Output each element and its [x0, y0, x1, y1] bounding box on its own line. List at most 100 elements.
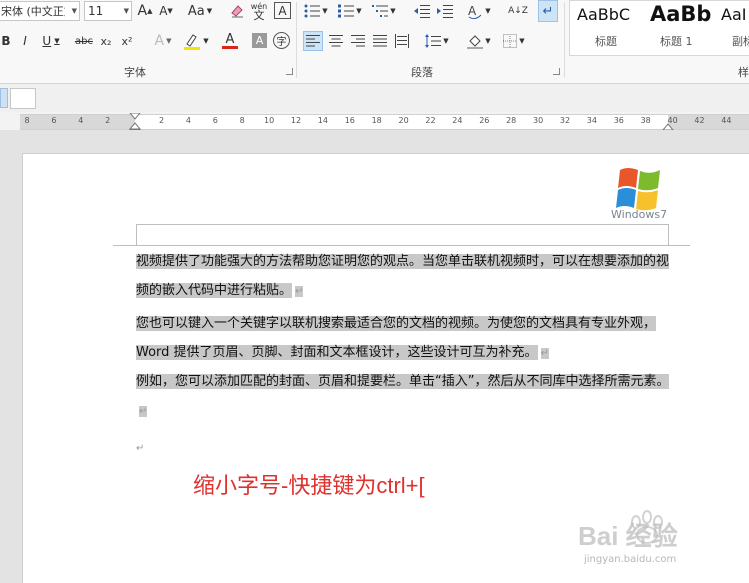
ribbon: 宋体 (中文正文 ▼ 11 ▼ A▲ A▼ Aa▼ wén 文 A B I U▼… [0, 0, 749, 84]
change-case-button[interactable]: Aa ▼ [185, 1, 215, 21]
baidu-watermark: Bai 经验 jingyan.baidu.com [576, 502, 736, 572]
align-left-button[interactable] [303, 31, 323, 51]
numbering-button[interactable]: ▼ [337, 1, 363, 21]
watermark-main-text: Bai 经验 [578, 521, 678, 551]
bullets-button[interactable]: ▼ [303, 1, 329, 21]
shrink-font-button[interactable]: A ▼ [157, 1, 175, 21]
bold-button[interactable]: B [0, 31, 13, 51]
align-center-icon [329, 35, 343, 47]
justify-button[interactable] [370, 31, 390, 51]
distributed-icon [395, 34, 409, 48]
ruler-tick-label: 42 [694, 116, 705, 125]
borders-button[interactable]: ▼ [500, 31, 528, 51]
windows-logo-text: Windows7 [611, 208, 667, 221]
styles-group-label: 样 [738, 66, 749, 79]
font-size-value: 11 [88, 4, 104, 18]
decrease-indent-icon[interactable] [413, 1, 431, 21]
ruler-tick-label: 6 [51, 116, 57, 125]
windows-logo-icon: Windows7 [611, 168, 667, 221]
ruler-tick-label: 10 [264, 116, 275, 125]
font-dialog-launcher-icon[interactable] [286, 68, 293, 75]
paragraph-group-label: 段落 [411, 66, 433, 79]
style-item-subtitle[interactable]: AaI 副标 [712, 1, 749, 55]
underline-button[interactable]: U ▼ [38, 31, 64, 51]
distributed-button[interactable] [392, 31, 412, 51]
ruler-tick-label: 6 [212, 116, 218, 125]
ruler-tick-label: 30 [533, 116, 544, 125]
highlight-color-button[interactable]: ▼ [182, 31, 210, 51]
ruler-tick-label: 2 [105, 116, 111, 125]
ruler-tick-label: 14 [317, 116, 328, 125]
empty-paragraph[interactable]: ↵ [136, 433, 670, 463]
font-color-bar [222, 46, 238, 49]
header-frame [136, 224, 669, 246]
align-right-icon [351, 35, 365, 47]
char-border-button[interactable]: A [274, 2, 291, 19]
ruler-tick-label: 32 [559, 116, 571, 125]
horizontal-ruler[interactable]: 8 6 4 2 2 4 6 8 10 12 14 16 18 20 22 24 26 28 30 32 34 36 38 40… [20, 113, 749, 137]
style-item-heading1[interactable]: AaBb 标题 1 [642, 1, 712, 55]
ruler-tick-label: 36 [613, 116, 624, 125]
shading-button[interactable]: ▼ [465, 31, 493, 51]
phonetic-guide-button[interactable]: wén 文 [250, 0, 268, 22]
align-right-button[interactable] [348, 31, 368, 51]
ruler-tick-label: 12 [290, 116, 302, 125]
header-separator [113, 245, 690, 246]
char-shading-button[interactable]: A [252, 33, 267, 48]
tab-selector[interactable] [0, 88, 8, 108]
paragraph-3-text: 例如，您可以添加匹配的封面、页眉和提要栏。单击“插入”，然后从不同库中选择所需元… [136, 374, 670, 389]
styles-gallery: AaBbC 标题 AaBb 标题 1 AaI 副标 [569, 0, 749, 56]
align-center-button[interactable] [326, 31, 346, 51]
ruler-tick-label: 22 [425, 116, 436, 125]
ruler-tick-label: 16 [344, 116, 355, 125]
show-marks-button[interactable]: ↵ [538, 0, 558, 22]
paragraph-2[interactable]: 您也可以键入一个关键字以联机搜索最适合您的文档的视频。为使您的文档具有专业外观，… [136, 309, 670, 368]
bullets-icon [304, 4, 321, 18]
ruler-tick-label: 4 [185, 116, 191, 125]
chevron-down-icon: ▼ [71, 7, 77, 15]
style-item-title[interactable]: AaBbC 标题 [570, 1, 642, 55]
font-color-button[interactable]: A [216, 31, 244, 51]
font-size-combo[interactable]: 11 ▼ [84, 1, 132, 21]
ruler-tick-label: 8 [239, 116, 245, 125]
ruler-tick-label: 24 [452, 116, 463, 125]
ruler-tick-label: 44 [721, 116, 732, 125]
ruler-strip [0, 84, 749, 112]
grow-font-button[interactable]: A ▲ [136, 1, 154, 21]
text-effects-button[interactable]: A ▼ [150, 31, 176, 51]
paragraph-mark-icon: ↵ [295, 286, 304, 297]
paragraph-3[interactable]: 例如，您可以添加匹配的封面、页眉和提要栏。单击“插入”，然后从不同库中选择所需元… [136, 367, 670, 426]
paragraph-dialog-launcher-icon[interactable] [553, 68, 560, 75]
multilevel-list-icon [372, 5, 389, 17]
paragraph-1[interactable]: 视频提供了功能强大的方法帮助您证明您的观点。当您单击联机视频时，可以在想要添加的… [136, 247, 670, 306]
ruler-tick-label: 8 [24, 116, 30, 125]
superscript-button[interactable]: x² [119, 31, 135, 51]
increase-indent-icon[interactable] [436, 1, 454, 21]
font-name-combo[interactable]: 宋体 (中文正文 ▼ [0, 1, 80, 21]
ruler-tick-label: 34 [586, 116, 597, 125]
multilevel-list-button[interactable]: ▼ [371, 1, 397, 21]
paragraph-2-text: 您也可以键入一个关键字以联机搜索最适合您的文档的视频。为使您的文档具有专业外观，… [136, 316, 657, 360]
chevron-down-icon: ▼ [123, 7, 129, 15]
chinese-layout-icon: A [468, 4, 482, 19]
borders-icon [503, 34, 518, 48]
italic-button[interactable]: I [18, 31, 32, 51]
font-group-label: 字体 [124, 66, 146, 79]
ruler-tick-label: 28 [506, 116, 517, 125]
subscript-button[interactable]: x₂ [98, 31, 114, 51]
clear-formatting-icon[interactable] [228, 1, 246, 21]
ruler-tick-label: 26 [479, 116, 490, 125]
paragraph-1-text: 视频提供了功能强大的方法帮助您证明您的观点。当您单击联机视频时，可以在想要添加的… [136, 254, 670, 298]
strikethrough-button[interactable]: abc [74, 31, 94, 51]
chinese-layout-button[interactable]: A ▼ [465, 1, 493, 21]
paragraph-mark-icon: ↵ [136, 443, 145, 454]
paragraph-mark-icon: ↵ [540, 348, 549, 359]
line-spacing-icon [425, 34, 442, 48]
enclose-char-button[interactable]: 字 [273, 32, 290, 49]
line-spacing-button[interactable]: ▼ [422, 31, 452, 51]
ruler-right-margin [668, 115, 749, 129]
ruler-tick-label: 2 [158, 116, 165, 125]
ruler-tick-label: 4 [78, 116, 84, 125]
sort-button[interactable]: A↓Z [508, 0, 528, 22]
ruler-tick-label: 38 [640, 116, 651, 125]
